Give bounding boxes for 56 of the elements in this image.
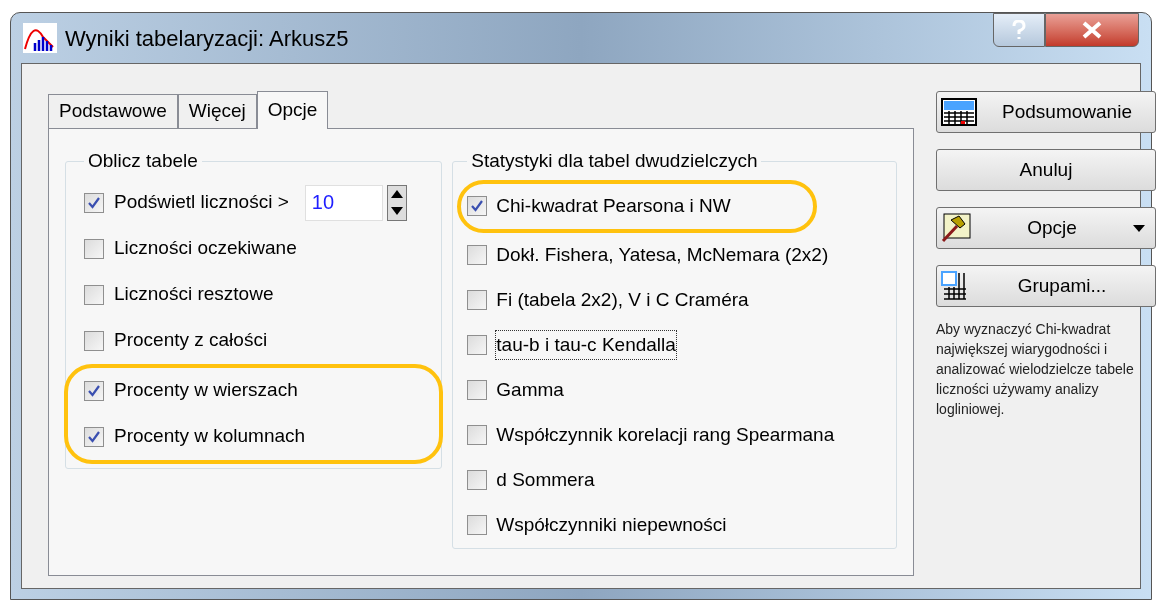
checkbox-label: Liczności resztowe — [114, 282, 274, 307]
checkbox-label: tau-b i tau-c Kendalla — [495, 329, 677, 361]
number-field[interactable]: 10 — [304, 184, 383, 221]
dialog-button[interactable]: Podsumowanie — [936, 91, 1156, 133]
checkbox-label: Fi (tabela 2x2), V i C Craméra — [495, 287, 750, 312]
hint-text: Aby wyznaczyć Chi-kwadrat największej wiarygodności i analizować wielodzielcze tabele liczności używamy analizy logliniowej. — [936, 320, 1135, 419]
group-title: Statystyki dla tabel dwudzielczych — [470, 149, 759, 173]
dropdown-arrow-icon — [1133, 224, 1145, 232]
checkbox[interactable] — [467, 290, 488, 310]
tab[interactable]: Podstawowe — [48, 94, 178, 128]
checkmark-icon — [87, 383, 101, 398]
close-icon — [1081, 21, 1103, 39]
window-title: Wyniki tabelaryzacji: Arkusz5 — [65, 24, 349, 53]
checkbox[interactable] — [467, 380, 488, 400]
grid-icon — [941, 271, 967, 301]
checkbox-label: Podświetl liczności > — [114, 190, 289, 215]
calculator-icon — [941, 98, 977, 126]
up-arrow-icon — [390, 190, 403, 198]
checkbox-label: Współczynniki niepewności — [495, 512, 728, 537]
down-arrow-icon — [390, 207, 403, 215]
checkbox-label: Gamma — [495, 377, 565, 402]
checkbox[interactable] — [84, 238, 104, 259]
checkbox[interactable] — [84, 284, 104, 305]
group-title: Oblicz tabele — [87, 149, 199, 173]
checkbox[interactable] — [467, 335, 488, 355]
checkbox-label: Chi-kwadrat Pearsona i NW — [495, 193, 732, 218]
checkbox[interactable] — [84, 330, 104, 351]
checkbox-label: d Sommera — [495, 467, 596, 492]
checkbox-label: Procenty z całości — [114, 328, 268, 353]
chart-icon — [23, 23, 57, 53]
checkbox-label: Procenty w kolumnach — [114, 424, 306, 449]
dialog-button[interactable]: Opcje — [936, 207, 1156, 249]
dialog-button[interactable]: Grupami... — [936, 265, 1156, 307]
dialog-button[interactable]: Anuluj — [936, 149, 1156, 191]
checkbox[interactable] — [84, 426, 104, 447]
checkbox[interactable] — [467, 425, 488, 445]
spin-button[interactable] — [386, 184, 407, 221]
checkbox[interactable] — [84, 380, 104, 401]
checkbox[interactable] — [467, 196, 488, 216]
checkbox[interactable] — [467, 470, 488, 490]
checkbox[interactable] — [467, 515, 488, 535]
checkbox-label: Współczynnik korelacji rang Spearmana — [495, 422, 836, 447]
checkmark-icon — [87, 429, 101, 444]
checkbox-label: Liczności oczekiwane — [114, 236, 297, 261]
help-button[interactable] — [993, 13, 1045, 47]
checkmark-icon — [87, 195, 101, 210]
checkbox-label: Dokł. Fishera, Yatesa, McNemara (2x2) — [495, 242, 830, 267]
help-icon — [1012, 20, 1026, 40]
checkmark-icon — [470, 199, 485, 213]
close-button[interactable] — [1045, 13, 1139, 47]
checkbox-label: Procenty w wierszach — [114, 378, 298, 403]
tab[interactable]: Więcej — [177, 94, 257, 128]
checkbox[interactable] — [467, 245, 488, 265]
checkbox[interactable] — [84, 192, 104, 213]
hammer-icon — [941, 213, 971, 243]
tab[interactable]: Opcje — [256, 91, 329, 129]
